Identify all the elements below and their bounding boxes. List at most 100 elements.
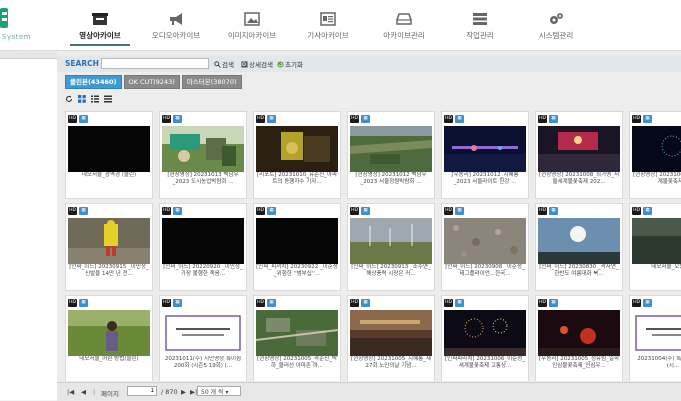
media-card[interactable]: HD ▦ [우동리] 20231012_지혜롱_2023 서울라이트 한강 ... (441, 111, 529, 199)
tab-1[interactable]: OK CUT(9243) (123, 75, 180, 89)
hd-badge: HD (538, 299, 547, 307)
card-caption: [인싸_이드] 20220920 _이민정_가장 불행한 죽음... (163, 264, 243, 277)
media-card[interactable]: HD ▦ [인싸파라치] 20231006_이준성_세계불꽃축제 고통상... (441, 295, 529, 381)
media-card[interactable]: HD ▦ [현장영상] 20231005_곽준진_박하_물러선 아마존 까... (253, 295, 341, 381)
first-page-icon[interactable]: |◀ (67, 388, 74, 396)
media-card[interactable]: HD ▦ [현장영상] 20231013 백남우_2023 도시농업박람회 ... (159, 111, 247, 199)
system-label: System (2, 33, 32, 41)
nav-item-3[interactable]: 기사아카이브 (290, 0, 366, 50)
thumbnail-fireworks-dark[interactable] (632, 126, 681, 172)
media-card[interactable]: HD ▦ [현장영상] 20231005_지혜롱_제27회 노인의날 기념... (347, 295, 435, 381)
media-type-icon: ▦ (643, 299, 652, 307)
nav-item-label: 시스템관리 (538, 31, 574, 40)
thumbnail-raincoat[interactable] (68, 218, 150, 264)
media-type-icon: ▦ (361, 115, 370, 123)
nav-item-0[interactable]: 영상아카이브 (62, 0, 138, 50)
media-card[interactable]: HD ▦ 20231011(수) 시민영상 특이점 200회 (시즌5 19회) (… (159, 295, 247, 381)
media-type-icon: ▦ (267, 207, 276, 215)
search-button-label: 검색 (222, 61, 234, 69)
media-card[interactable]: HD▦ 네모서울_오동숲... (629, 203, 681, 291)
thumbnail-woman-field[interactable] (68, 310, 150, 356)
card-caption: 네모서울_어린 방법(클린) (79, 356, 139, 362)
detail-search-icon (241, 60, 248, 68)
card-badges: HD ▦ (68, 115, 88, 123)
thumbnail-crowd-stage[interactable] (538, 126, 620, 172)
brand-logo[interactable]: System (0, 0, 62, 50)
media-type-icon: ▦ (173, 299, 182, 307)
media-type-icon: ▦ (361, 207, 370, 215)
media-card[interactable]: HD ▦ [인싸_이드] 20230913 _조주연_해상풍력 시장은 커... (347, 203, 435, 291)
media-card[interactable]: HD ▦ [현장영상] 20231008_최가영_서울세계불꽃축제 202... (535, 111, 623, 199)
thumbnail-dark-interior[interactable] (256, 126, 338, 172)
next-page-icon[interactable]: ▶ (181, 388, 186, 396)
thumbnail-dark-forest[interactable] (632, 218, 681, 264)
thumbnail-black[interactable] (68, 126, 150, 172)
thumbnail-gravel[interactable] (444, 218, 526, 264)
detail-list-icon[interactable] (104, 95, 112, 103)
nav-item-6[interactable]: 시스템관리 (518, 0, 594, 50)
search-label: SEARCH (65, 59, 99, 68)
thumbnail-slide-card[interactable] (162, 310, 244, 356)
prev-page-icon[interactable]: ◀ (81, 388, 86, 396)
hd-badge: HD (256, 299, 265, 307)
media-grid: HD ▦ 네모서울_광역경 (클린) HD ▦ [현장영상] 20231013 백남우_2… (65, 111, 681, 381)
nav-item-label: 영상아카이브 (79, 31, 121, 40)
card-badges: HD ▦ (350, 207, 370, 215)
grid-view-icon[interactable] (78, 95, 86, 103)
list-view-icon[interactable] (91, 95, 99, 103)
server-icon (442, 12, 518, 26)
media-card[interactable]: HD ▦ [리포트] 20231010_유준진_아파트의 동행자수 기자... (253, 111, 341, 199)
reset-label: 초기화 (285, 61, 303, 69)
media-card[interactable]: HD ▦ [인싸_이드] 20230908 _이준성_태그플라이언...한국... (441, 203, 529, 291)
thumbnail-red-night[interactable] (538, 310, 620, 356)
thumbnail-black[interactable] (256, 218, 338, 264)
thumbnail-sky-sun[interactable] (538, 218, 620, 264)
card-caption: [현장영상] 20231005_곽준진_박하_물러선 아마존 까... (256, 356, 337, 369)
nav-item-2[interactable]: 이미지아카이브 (214, 0, 290, 50)
card-caption: [현장영상] 20231013 백남우_2023 도시농업박람회 ... (167, 172, 239, 185)
view-toolbar (65, 95, 112, 103)
detail-search-button[interactable]: 상세검색 (241, 59, 273, 69)
search-button[interactable]: 검색 (214, 59, 234, 69)
hd-badge: HD (444, 299, 453, 307)
card-caption: [인싸_이드] 20230915 _이민정_신발을 14만 년 전... (69, 264, 149, 277)
hd-badge: HD (68, 207, 77, 215)
nav-item-5[interactable]: 작업관리 (442, 0, 518, 50)
image-icon (214, 12, 290, 26)
thumbnail-aerial-green[interactable] (350, 126, 432, 172)
thumbnail-fireworks[interactable] (444, 310, 526, 356)
thumbnail-garden[interactable] (162, 126, 244, 172)
thumbnail-slide-card[interactable] (632, 310, 681, 356)
media-card[interactable]: HD ▦ 네모서울_광역경 (클린) (65, 111, 153, 199)
media-card[interactable]: HD ▦ [인싸_이드] 20220920 _이민정_가장 불행한 죽음... (159, 203, 247, 291)
per-page-select[interactable]: 50 개 씩 ▾ (197, 386, 241, 396)
thumbnail-hall-event[interactable] (350, 310, 432, 356)
thumbnail-windfarm[interactable] (350, 218, 432, 264)
card-badges: HD ▦ (538, 299, 558, 307)
media-card[interactable]: HD ▦ [현장영상] 20231012 백남우_2023 서울정원박람회 ... (347, 111, 435, 199)
hd-badge: HD (632, 299, 641, 307)
media-card[interactable]: HD▦ [현장영상] 20231008_유준진_세계불꽃축제... (629, 111, 681, 199)
media-card[interactable]: HD▦ 20231004(수) 특이점 199회 (시... (629, 295, 681, 381)
media-card[interactable]: HD ▦ [인싸_피셔치] 20230922 _이준성_위험한 ''범부십''... (253, 203, 341, 291)
media-card[interactable]: HD ▦ [우동리] 20231005_정유림_일학 인심불꽃축제_인심우... (535, 295, 623, 381)
media-type-icon: ▦ (173, 207, 182, 215)
nav-item-4[interactable]: 아카이브관리 (366, 0, 442, 50)
thumbnail-aerial-town[interactable] (256, 310, 338, 356)
nav-item-1[interactable]: 오디오아카이브 (138, 0, 214, 50)
nav-item-label: 이미지아카이브 (227, 31, 277, 40)
card-badges: HD ▦ (256, 299, 276, 307)
media-card[interactable]: HD ▦ 네모서울_어린 방법(클린) (65, 295, 153, 381)
media-type-icon: ▦ (643, 207, 652, 215)
media-card[interactable]: HD ▦ [인싸_이드] 20230830 _곽자연_한반도 여름대화 북... (535, 203, 623, 291)
tab-2[interactable]: 마스터본(38070) (181, 75, 242, 89)
page-input[interactable] (127, 386, 157, 396)
card-badges: HD ▦ (538, 115, 558, 123)
refresh-icon[interactable] (65, 95, 73, 103)
thumbnail-black[interactable] (162, 218, 244, 264)
search-input[interactable] (101, 58, 209, 69)
media-card[interactable]: HD ▦ [인싸_이드] 20230915 _이민정_신발을 14만 년 전... (65, 203, 153, 291)
tab-0[interactable]: 클린본(43460) (65, 75, 122, 89)
thumbnail-night-bridge[interactable] (444, 126, 526, 172)
reset-button[interactable]: 초기화 (277, 59, 303, 69)
